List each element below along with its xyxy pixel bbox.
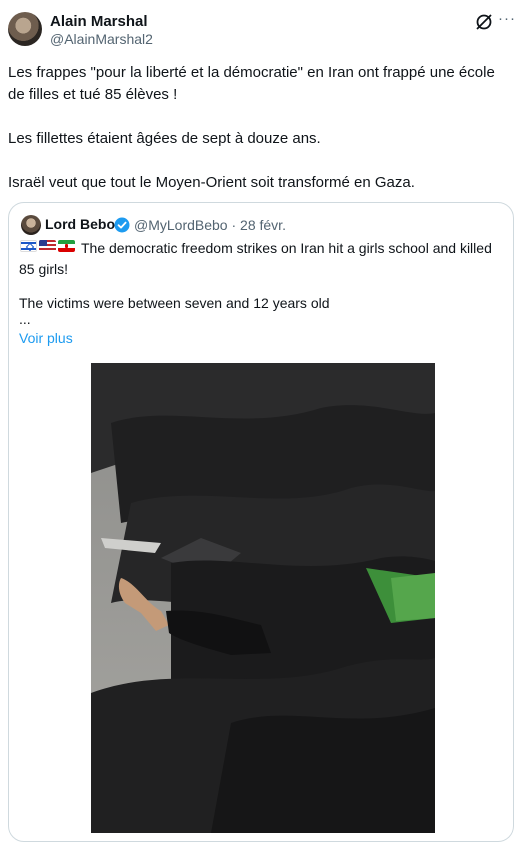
tweet-text: Les frappes "pour la liberté et la démoc… — [8, 64, 495, 191]
quoted-meta: @MyLordBebo · 28 févr. — [134, 217, 286, 233]
quoted-text-line1: The democratic freedom strikes on Iran h… — [19, 240, 492, 277]
show-more-link[interactable]: Voir plus — [19, 330, 73, 346]
quoted-date[interactable]: 28 févr. — [240, 217, 286, 233]
verified-badge-icon — [114, 217, 130, 233]
quoted-author-name[interactable]: Lord Bebo — [45, 216, 115, 232]
quoted-media-photo[interactable] — [91, 363, 435, 833]
more-options-button[interactable]: ··· — [498, 10, 516, 27]
author-handle[interactable]: @AlainMarshal2 — [50, 31, 153, 47]
author-name[interactable]: Alain Marshal — [50, 13, 148, 30]
meta-separator: · — [231, 217, 237, 233]
quoted-tweet[interactable]: Lord Bebo @MyLordBebo · 28 févr. The dem… — [8, 202, 514, 842]
quoted-text-line2: The victims were between seven and 12 ye… — [19, 295, 330, 311]
grok-icon[interactable] — [474, 12, 494, 32]
quoted-author-avatar[interactable] — [21, 215, 41, 235]
quoted-author-handle[interactable]: @MyLordBebo — [134, 217, 228, 233]
author-avatar[interactable] — [8, 12, 42, 46]
quoted-ellipsis: ... — [19, 311, 31, 327]
